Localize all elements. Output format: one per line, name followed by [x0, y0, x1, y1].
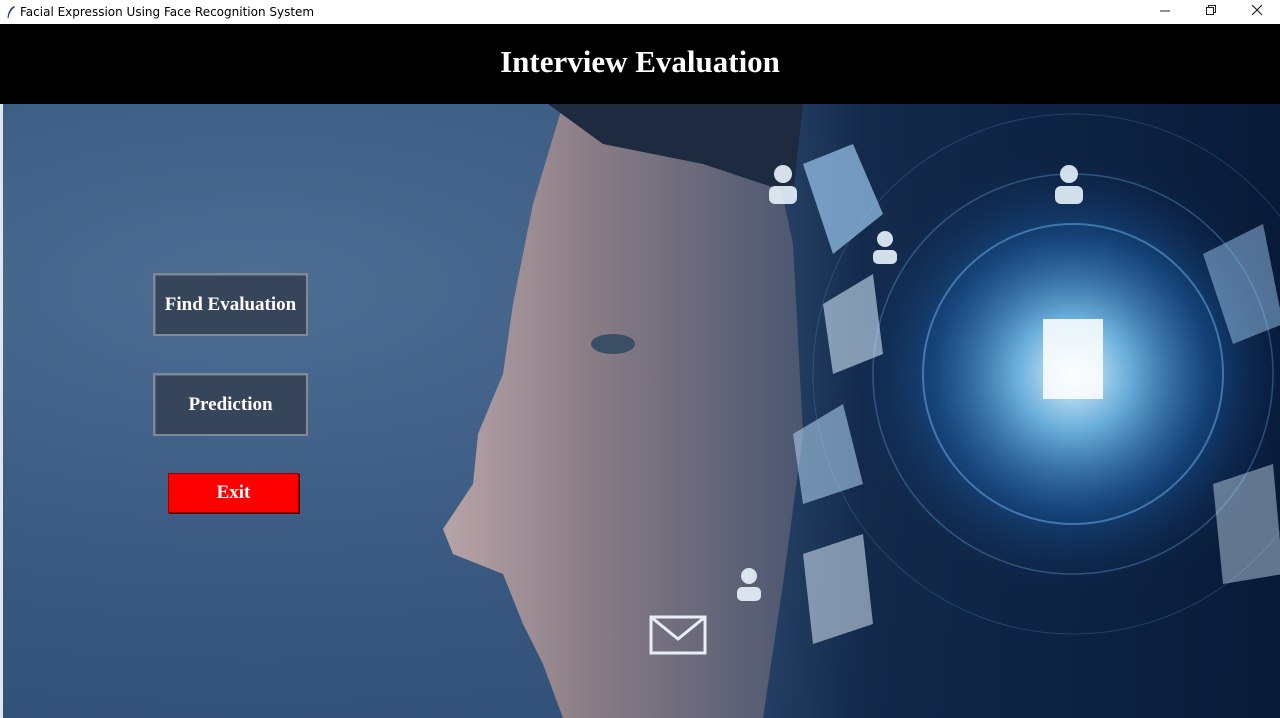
prediction-button[interactable]: Prediction [153, 373, 308, 436]
header-bar: Interview Evaluation [0, 24, 1280, 104]
prediction-label: Prediction [188, 393, 273, 415]
exit-label: Exit [216, 482, 251, 503]
find-evaluation-button[interactable]: Find Evaluation [153, 273, 308, 336]
exit-button[interactable]: Exit [168, 473, 299, 513]
close-button[interactable] [1234, 0, 1280, 24]
restore-icon [1205, 3, 1217, 21]
minimize-icon [1159, 3, 1171, 21]
page-title: Interview Evaluation [500, 44, 780, 79]
feather-icon [4, 4, 18, 20]
window-controls [1142, 0, 1280, 24]
background-area: Find Evaluation Prediction Exit [0, 104, 1280, 718]
minimize-button[interactable] [1142, 0, 1188, 24]
close-icon [1251, 3, 1263, 21]
find-evaluation-label: Find Evaluation [164, 293, 297, 315]
restore-button[interactable] [1188, 0, 1234, 24]
window-titlebar: Facial Expression Using Face Recognition… [0, 0, 1280, 25]
window-title: Facial Expression Using Face Recognition… [20, 5, 315, 19]
